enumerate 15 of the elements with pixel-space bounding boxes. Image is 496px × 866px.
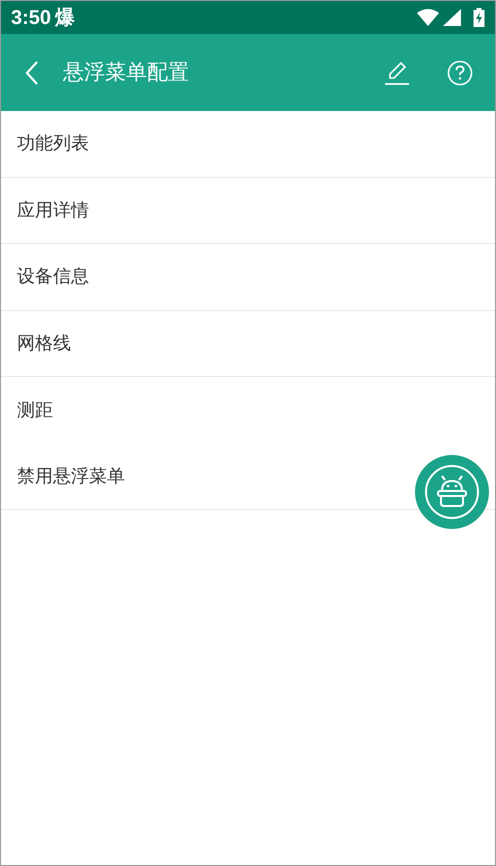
app-bar-title: 悬浮菜单配置 [63,58,189,86]
menu-item[interactable]: 应用详情 [17,196,89,224]
menu-item[interactable]: 设备信息 [17,263,89,290]
menu-item[interactable]: 测距 [17,396,53,424]
status-time: 3:50 [11,6,52,30]
wifi-icon [417,9,439,26]
menu-item[interactable]: 功能列表 [17,130,89,158]
menu-item[interactable]: 禁用悬浮菜单 [17,462,125,490]
back-button[interactable] [25,60,39,84]
edit-button[interactable] [385,60,409,84]
signal-icon [443,9,461,26]
battery-icon [473,8,485,27]
menu-item[interactable]: 网格线 [17,330,71,357]
help-button[interactable] [447,60,473,86]
notification-icon: 爆 [55,2,76,32]
